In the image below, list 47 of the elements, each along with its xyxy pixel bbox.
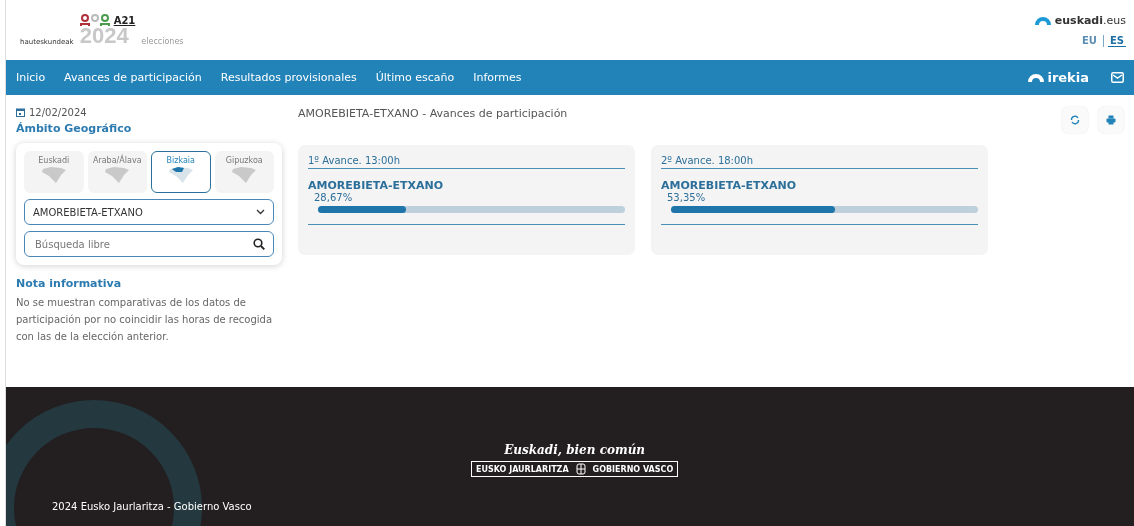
arch-logo-icon [1034, 15, 1051, 25]
region-tab[interactable]: Bizkaia [151, 151, 211, 193]
section-title: Ámbito Geográfico [16, 122, 133, 135]
note-text: No se muestran comparativas de los datos de participación por no coincidir las horas de recogida con las de la elección anterior. [16, 296, 274, 344]
region-map-icon [104, 166, 131, 184]
region-map-icon [167, 166, 194, 184]
print-button[interactable] [1098, 107, 1124, 133]
region-map-icon [231, 166, 258, 184]
seal-text: EUSKO JAURLARITZA [476, 464, 569, 474]
mail-icon[interactable] [1111, 72, 1124, 83]
search-field[interactable]: Búsqueda libre [24, 231, 274, 257]
nav-link[interactable]: Resultados provisionales [220, 71, 357, 84]
region-tab[interactable]: Gipuzkoa [214, 151, 274, 193]
turnout-percentage: 53,35% [667, 192, 707, 203]
search-icon [253, 238, 265, 250]
card-title: 2º Avance. 18:00h [661, 155, 978, 169]
people-icon [79, 14, 110, 26]
slogan-text: Euskadi, bien común [504, 443, 646, 457]
turnout-percentage: 28,67% [314, 192, 354, 203]
irekia-link[interactable]: irekia [1047, 70, 1089, 85]
arch-logo-icon [1028, 73, 1045, 82]
language-link[interactable]: ES [1107, 34, 1126, 47]
card-title: 1º Avance. 13:00h [308, 155, 625, 169]
municipality-select[interactable]: AMOREBIETA-ETXANO [24, 199, 274, 225]
refresh-icon [1070, 115, 1080, 125]
region-tab[interactable]: Euskadi [24, 151, 84, 193]
logo-caption-text: elecciones [141, 37, 184, 46]
date-text: 12/02/2024 [29, 107, 87, 118]
region-map-icon [40, 166, 67, 184]
calendar-icon [16, 108, 25, 117]
region-tab[interactable]: Araba/Álava [87, 151, 147, 193]
place-name: AMOREBIETA-ETXANO [661, 179, 798, 192]
language-link[interactable]: EU [1080, 35, 1099, 46]
nav-link[interactable]: Inicio [16, 71, 46, 84]
chevron-down-icon [256, 209, 265, 215]
seal-text: GOBIERNO VASCO [592, 464, 674, 474]
page-title: AMOREBIETA-ETXANO - Avances de participación [298, 107, 568, 120]
nav-link[interactable]: Avances de participación [64, 71, 202, 84]
note-title: Nota informativa [16, 277, 123, 290]
logo-code-text: A21 [113, 14, 136, 26]
portal-logo-text: euskadi.eus [1054, 13, 1126, 27]
refresh-button[interactable] [1062, 107, 1088, 133]
nav-link[interactable]: Informes [473, 71, 522, 84]
printer-icon [1106, 115, 1116, 125]
place-name: AMOREBIETA-ETXANO [308, 179, 445, 192]
nav-link[interactable]: Último escaño [375, 71, 455, 84]
copyright-text: 2024 Eusko Jaurlaritza - Gobierno Vasco [52, 501, 252, 512]
